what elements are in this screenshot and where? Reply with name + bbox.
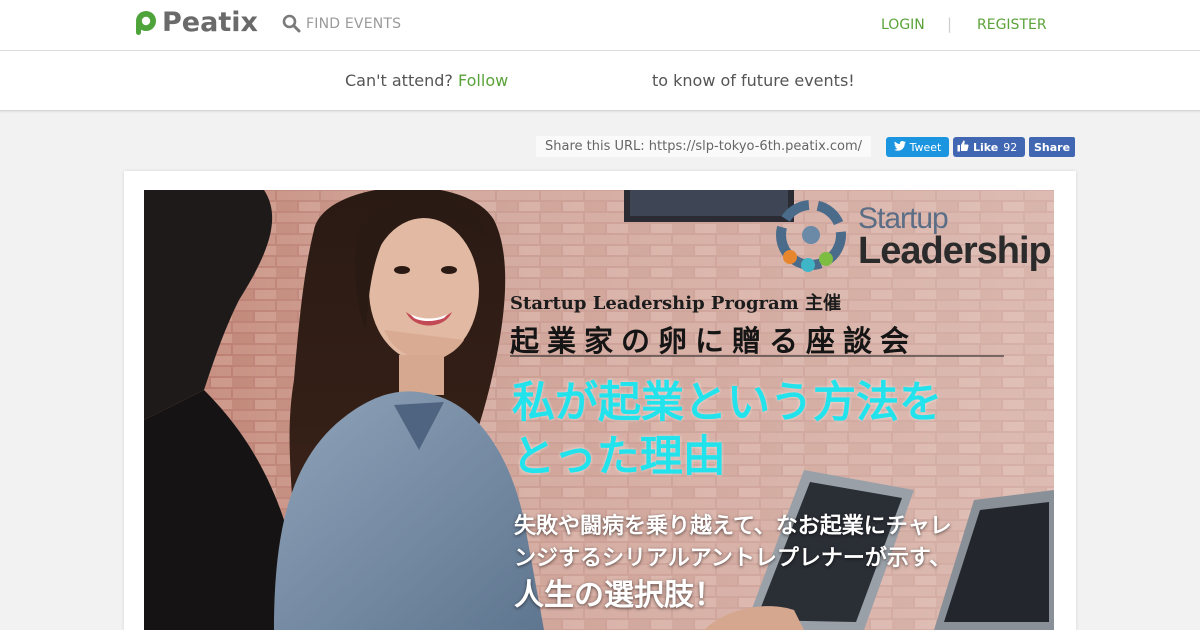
facebook-share-button[interactable]: Share — [1029, 137, 1075, 157]
register-link[interactable]: REGISTER — [977, 17, 1047, 33]
facebook-like-button[interactable]: Like 92 — [953, 137, 1025, 157]
peatix-logo-icon — [134, 10, 158, 36]
banner-subtext-line-1: 失敗や闘病を乗り越えて、なお起業にチャレ — [514, 513, 952, 539]
banner-title-underline — [510, 355, 1004, 357]
login-link[interactable]: LOGIN — [881, 17, 925, 33]
like-label: Like — [973, 140, 999, 154]
follow-link[interactable]: Follow — [458, 71, 508, 90]
banner-headline-line-2: とった理由 — [512, 432, 726, 482]
tweet-button[interactable]: Tweet — [886, 137, 949, 157]
find-events-button[interactable]: FIND EVENTS — [282, 14, 401, 33]
startup-leadership-logo: Startup Leadership — [768, 194, 1052, 280]
banner-program-line: Startup Leadership Program 主催 — [510, 293, 841, 314]
banner-headline-line-1: 私が起業という方法を — [512, 378, 942, 428]
peatix-logo-text: Peatix — [162, 7, 258, 38]
follow-bar: Can't attend? Follow to know of future e… — [0, 51, 1200, 111]
banner-subtext-line-2: ンジするシリアルアントレプレナーが示す、 — [514, 545, 952, 571]
follow-bar-suffix: to know of future events! — [652, 71, 855, 90]
like-count: 92 — [1003, 140, 1018, 154]
find-events-label: FIND EVENTS — [306, 15, 402, 32]
share-url-text[interactable]: Share this URL: https://slp-tokyo-6th.pe… — [536, 136, 872, 157]
logo-line-leadership: Leadership — [858, 230, 1052, 272]
search-icon — [282, 14, 306, 33]
tweet-label: Tweet — [909, 140, 942, 154]
thumbs-up-icon — [957, 140, 973, 155]
banner-subtext-line-3: 人生の選択肢！ — [514, 578, 724, 613]
follow-bar-prefix: Can't attend? — [345, 71, 453, 90]
top-header: Peatix FIND EVENTS LOGIN | REGISTER — [0, 0, 1200, 51]
nav-separator: | — [947, 15, 953, 33]
twitter-bird-icon — [893, 140, 910, 154]
banner-event-title: 起業家の卵に贈る座談会 — [510, 324, 918, 358]
startup-leadership-emblem-icon — [768, 195, 858, 279]
peatix-logo[interactable]: Peatix — [134, 8, 258, 38]
event-banner-image: Startup Leadership Startup Leadership Pr… — [144, 190, 1054, 630]
